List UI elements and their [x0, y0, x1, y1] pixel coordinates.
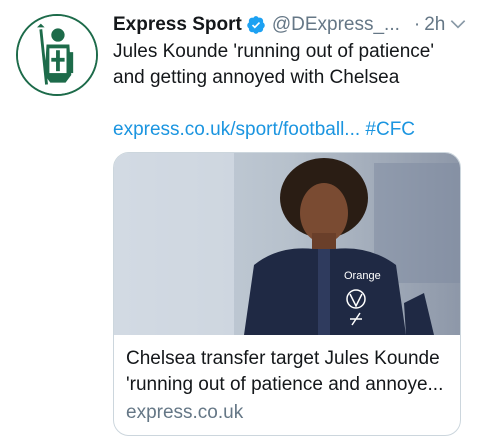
article-link[interactable]: express.co.uk/sport/football... — [113, 119, 360, 140]
svg-text:Orange: Orange — [344, 270, 381, 282]
tweet-timestamp[interactable]: 2h — [424, 14, 445, 36]
separator-dot: · — [413, 14, 421, 35]
chevron-down-icon[interactable] — [448, 14, 468, 34]
card-text: Chelsea transfer target Jules Kounde 'ru… — [126, 346, 452, 426]
tweet-links: express.co.uk/sport/football... #CFC — [113, 117, 415, 143]
avatar[interactable] — [16, 14, 98, 96]
crusader-logo-icon — [18, 16, 96, 94]
author-name[interactable]: Express Sport — [113, 14, 242, 36]
hashtag-link[interactable]: #CFC — [365, 119, 415, 140]
author-handle[interactable]: @DExpress_... — [272, 14, 400, 36]
card-domain: express.co.uk — [126, 402, 244, 423]
article-image: Orange — [114, 153, 460, 335]
tweet-header: Express Sport @DExpress_... · 2h — [113, 12, 468, 38]
tweet-text: Jules Kounde 'running out of patience' a… — [113, 41, 434, 88]
verified-badge-icon — [247, 16, 265, 34]
card-title: Chelsea transfer target Jules Kounde 'ru… — [126, 348, 444, 395]
link-preview-card[interactable]: Orange Chelsea transfer target Jules Kou… — [113, 152, 461, 436]
